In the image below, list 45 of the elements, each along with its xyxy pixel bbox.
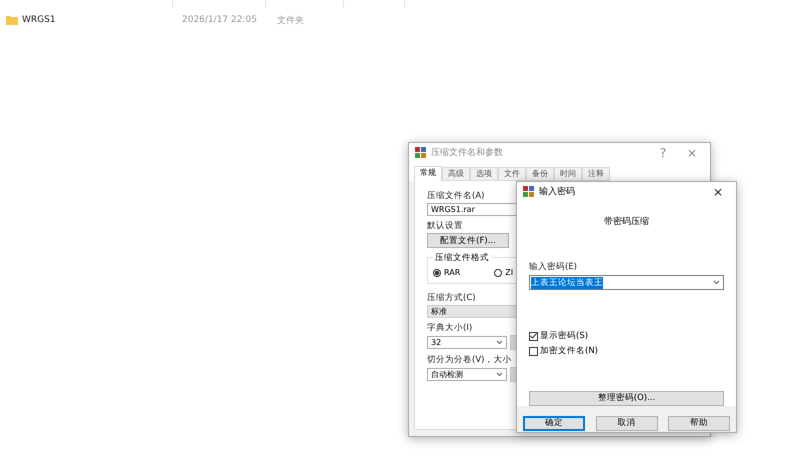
radio-dot-icon[interactable] bbox=[494, 268, 502, 276]
tab[interactable]: 常规 bbox=[414, 166, 442, 181]
folder-icon bbox=[6, 15, 18, 25]
field-label: 压缩方式(C) bbox=[427, 292, 476, 304]
dialog-button[interactable]: 确定 bbox=[523, 416, 585, 430]
field-label: 切分为分卷(V)，大小 bbox=[427, 354, 512, 366]
split-dropdown[interactable]: 自动检测 bbox=[427, 368, 507, 381]
modified-date: 2026/1/17 22:05 bbox=[182, 15, 258, 25]
format-radio[interactable]: RAR bbox=[433, 268, 460, 277]
checkbox[interactable] bbox=[529, 346, 538, 356]
dropdown-caret-icon[interactable] bbox=[713, 280, 720, 285]
tab[interactable]: 文件 bbox=[498, 167, 526, 181]
option-checkbox[interactable]: 加密文件名(N) bbox=[529, 345, 724, 357]
tab[interactable]: 备份 bbox=[526, 167, 554, 181]
archive-app-icon bbox=[415, 147, 426, 158]
archive-app-icon bbox=[523, 186, 534, 197]
field-label: 默认设置 bbox=[427, 220, 463, 232]
dialog-button[interactable]: 帮助 bbox=[668, 416, 730, 430]
help-button[interactable]: ? bbox=[651, 146, 675, 160]
file-type: 文件夹 bbox=[277, 14, 305, 26]
dialog-heading: 带密码压缩 bbox=[604, 216, 649, 228]
organize-passwords-button[interactable]: 整理密码(O)... bbox=[529, 390, 724, 406]
radio-dot-icon[interactable] bbox=[433, 268, 441, 276]
close-button[interactable]: × bbox=[706, 184, 730, 198]
group-title: 压缩文件格式 bbox=[433, 252, 491, 264]
tab[interactable]: 时间 bbox=[554, 167, 582, 181]
checkbox[interactable] bbox=[529, 332, 538, 340]
field-label: 输入密码(E) bbox=[529, 261, 578, 273]
close-button[interactable]: × bbox=[680, 146, 704, 160]
field-label: 压缩文件名(A) bbox=[427, 190, 484, 202]
option-checkbox[interactable]: 显示密码(S) bbox=[529, 330, 724, 342]
tab[interactable]: 高级 bbox=[442, 167, 470, 181]
field-label: 字典大小(I) bbox=[427, 322, 472, 334]
window-title: 输入密码 bbox=[539, 186, 576, 198]
tab[interactable]: 选项 bbox=[470, 167, 498, 181]
dictionary-dropdown[interactable]: 32 bbox=[427, 336, 507, 349]
format-radio[interactable]: ZI bbox=[494, 268, 514, 277]
tab[interactable]: 注释 bbox=[582, 167, 610, 181]
dialog-button[interactable]: 取消 bbox=[596, 416, 658, 430]
dropdown-caret-icon[interactable] bbox=[496, 340, 503, 345]
password-field[interactable]: 上表王论坛当表王 bbox=[529, 275, 724, 290]
file-name[interactable]: WRGS1 bbox=[22, 15, 182, 25]
window-title: 压缩文件名和参数 bbox=[431, 146, 504, 159]
dropdown-caret-icon[interactable] bbox=[496, 372, 503, 377]
profiles-button[interactable]: 配置文件(F)... bbox=[427, 233, 509, 248]
